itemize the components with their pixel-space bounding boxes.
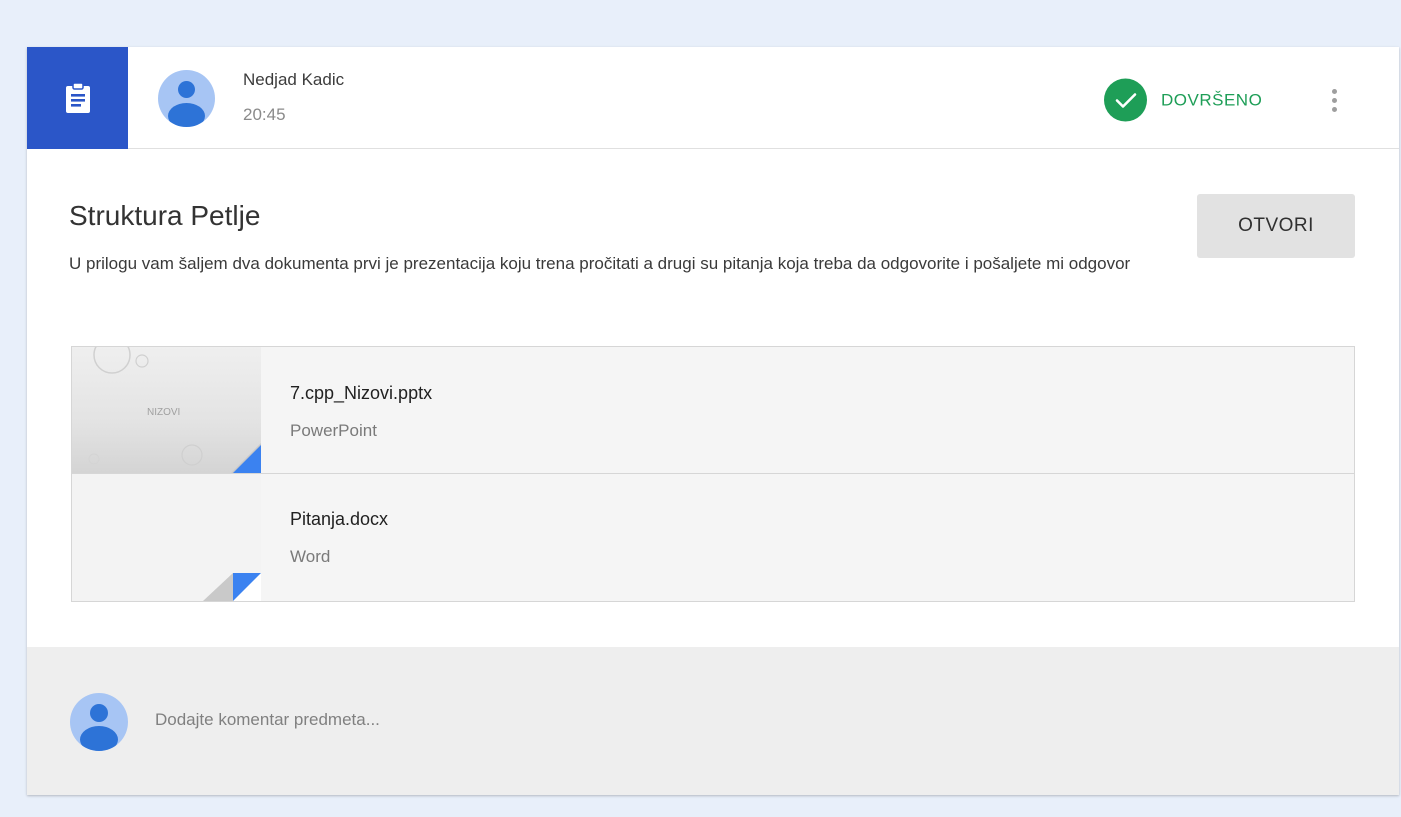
card-header: Nedjad Kadic 20:45 DOVRŠENO	[27, 47, 1399, 149]
assignment-description: U prilogu vam šaljem dva dokumenta prvi …	[69, 254, 1131, 273]
assignment-clipboard-icon	[65, 82, 90, 113]
word-file-corner-icon	[203, 573, 261, 601]
attachment-item[interactable]: NIZOVI 7.cpp_Nizovi.pptx PowerPoint	[72, 347, 1354, 474]
comment-input[interactable]	[155, 705, 1255, 735]
author-name[interactable]: Nedjad Kadic	[243, 70, 344, 90]
status-indicator: DOVRŠENO	[1104, 78, 1263, 122]
open-button[interactable]: OTVORI	[1197, 194, 1355, 258]
more-options-icon[interactable]	[1322, 81, 1346, 119]
attachment-type: Word	[290, 547, 331, 566]
thumbnail-text: NIZOVI	[147, 407, 181, 418]
attachment-name[interactable]: Pitanja.docx	[290, 509, 388, 530]
assignment-card: Nedjad Kadic 20:45 DOVRŠENO Struktura Pe…	[27, 47, 1399, 795]
author-avatar[interactable]	[158, 70, 215, 127]
comment-bar	[27, 647, 1399, 795]
powerpoint-file-corner-icon	[231, 443, 261, 473]
attachment-item[interactable]: Pitanja.docx Word	[72, 474, 1354, 601]
assignment-type-badge	[27, 47, 128, 149]
attachment-type: PowerPoint	[290, 421, 377, 440]
word-thumbnail	[72, 474, 261, 601]
check-circle-icon	[1104, 78, 1147, 122]
post-time: 20:45	[243, 105, 286, 124]
current-user-avatar	[70, 693, 128, 751]
status-label: DOVRŠENO	[1161, 90, 1263, 109]
powerpoint-thumbnail: NIZOVI	[72, 347, 261, 473]
attachments-list: NIZOVI 7.cpp_Nizovi.pptx PowerPoint Pita…	[71, 346, 1355, 602]
assignment-title: Struktura Petlje	[69, 200, 261, 231]
attachment-name[interactable]: 7.cpp_Nizovi.pptx	[290, 383, 432, 404]
